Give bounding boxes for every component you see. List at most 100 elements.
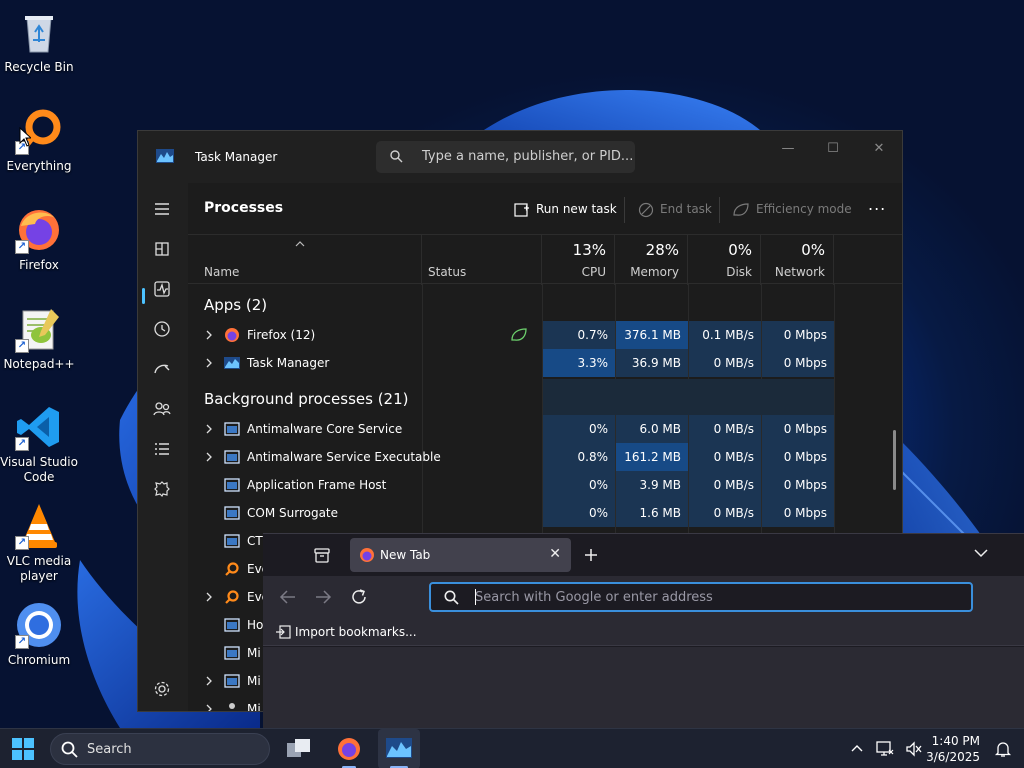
group-header-apps[interactable]: Apps (2) — [204, 296, 267, 314]
efficiency-mode-button[interactable]: Efficiency mode — [732, 197, 852, 221]
heat-spacer — [543, 379, 834, 415]
windows-start-icon[interactable] — [12, 738, 34, 760]
process-name: Antimalware Service Executable — [247, 450, 441, 464]
cpu-cell: 0.7% — [543, 321, 615, 349]
taskbar-task-manager-button[interactable] — [378, 729, 420, 768]
window-title: Task Manager — [195, 150, 278, 164]
process-search-input[interactable]: Type a name, publisher, or PID... — [376, 141, 635, 173]
process-name: Firefox (12) — [247, 328, 316, 342]
clock-date: 3/6/2025 — [926, 750, 980, 764]
minimize-button[interactable]: — — [765, 135, 811, 163]
taskbar-search-label: Search — [87, 742, 132, 757]
run-new-task-button[interactable]: Run new task — [514, 197, 617, 221]
chevron-right-icon[interactable] — [204, 357, 214, 369]
firefox-icon — [225, 328, 239, 342]
desktop-icon-chromium[interactable]: ↗ Chromium — [0, 601, 78, 668]
desktop-icon-label: Firefox — [19, 258, 59, 272]
mouse-cursor-icon — [19, 127, 31, 147]
disk-total-percent: 0% — [728, 241, 752, 259]
column-cpu-label: CPU — [581, 265, 606, 279]
reload-icon[interactable] — [350, 588, 368, 606]
settings-gear-icon[interactable] — [150, 677, 174, 701]
new-tab-plus-icon[interactable] — [583, 547, 599, 563]
chevron-right-icon[interactable] — [204, 703, 214, 712]
memory-cell: 161.2 MB — [616, 443, 688, 471]
more-options-button[interactable]: ... — [868, 193, 886, 217]
table-row[interactable]: COM Surrogate 0% 1.6 MB 0 MB/s 0 Mbps — [188, 499, 902, 527]
table-row[interactable]: Firefox (12) 0.7% 376.1 MB 0.1 MB/s 0 Mb… — [188, 321, 902, 349]
chevron-right-icon[interactable] — [204, 675, 214, 687]
forward-arrow-icon[interactable] — [314, 589, 332, 605]
disk-cell: 0.1 MB/s — [689, 321, 761, 349]
show-hidden-icons-chevron-icon[interactable] — [850, 743, 864, 753]
url-bar-input[interactable]: Search with Google or enter address — [429, 582, 973, 612]
back-arrow-icon[interactable] — [279, 589, 297, 605]
process-name: Mi — [247, 646, 261, 660]
column-name-label: Name — [204, 265, 240, 279]
chevron-right-icon[interactable] — [204, 591, 214, 603]
disk-cell: 0 MB/s — [689, 415, 761, 443]
vertical-scrollbar[interactable] — [893, 430, 896, 490]
details-icon[interactable] — [150, 437, 174, 461]
taskbar-search-box[interactable]: Search — [50, 733, 270, 765]
desktop-icon-everything[interactable]: ↗ Everything — [0, 107, 78, 174]
network-cell: 0 Mbps — [762, 471, 834, 499]
search-icon — [390, 150, 403, 163]
task-view-icon[interactable] — [286, 737, 312, 761]
close-tab-icon[interactable]: ✕ — [549, 546, 561, 562]
hamburger-menu-icon[interactable] — [150, 197, 174, 221]
taskbar-firefox-button[interactable] — [330, 729, 368, 768]
end-task-button[interactable]: End task — [638, 197, 712, 221]
list-all-tabs-chevron-icon[interactable] — [974, 548, 988, 558]
chevron-right-icon[interactable] — [204, 329, 214, 341]
table-row[interactable]: Application Frame Host 0% 3.9 MB 0 MB/s … — [188, 471, 902, 499]
notifications-bell-icon[interactable] — [994, 740, 1012, 758]
task-manager-icon — [224, 357, 240, 369]
column-header-status[interactable]: Status — [422, 235, 542, 285]
startup-apps-icon[interactable] — [150, 357, 174, 381]
volume-muted-icon[interactable] — [905, 740, 923, 758]
desktop-icon-vlc[interactable]: ↗ VLC media player — [0, 502, 78, 584]
app-history-icon[interactable] — [150, 317, 174, 341]
table-row[interactable]: Antimalware Core Service 0% 6.0 MB 0 MB/… — [188, 415, 902, 443]
services-icon[interactable] — [150, 477, 174, 501]
page-title: Processes — [204, 200, 284, 216]
table-row[interactable]: Task Manager 3.3% 36.9 MB 0 MB/s 0 Mbps — [188, 349, 902, 377]
firefox-view-icon[interactable] — [313, 546, 331, 564]
column-header-disk[interactable]: 0% Disk — [688, 235, 761, 285]
system-clock[interactable]: 1:40 PM 3/6/2025 — [926, 733, 980, 765]
column-header-cpu[interactable]: 13% CPU — [542, 235, 615, 285]
cpu-cell: 0.8% — [543, 443, 615, 471]
network-cell: 0 Mbps — [762, 415, 834, 443]
close-button[interactable]: ✕ — [856, 135, 902, 163]
tab-label: New Tab — [380, 548, 431, 562]
tab-new-tab[interactable]: New Tab ✕ — [350, 538, 571, 572]
chevron-right-icon[interactable] — [204, 423, 214, 435]
desktop-icon-firefox[interactable]: ↗ Firefox — [0, 206, 78, 273]
maximize-button[interactable]: ☐ — [810, 135, 856, 163]
users-icon[interactable] — [150, 397, 174, 421]
desktop-icon-recycle-bin[interactable]: Recycle Bin — [0, 8, 78, 75]
process-name: Antimalware Core Service — [247, 422, 403, 436]
task-manager-titlebar[interactable]: Task Manager Type a name, publisher, or … — [138, 131, 902, 183]
network-status-icon[interactable] — [876, 740, 894, 758]
desktop-icon-vscode[interactable]: ↗ Visual Studio Code — [0, 403, 78, 485]
run-new-task-icon — [514, 202, 529, 217]
processes-icon[interactable] — [150, 237, 174, 261]
chevron-right-icon[interactable] — [204, 451, 214, 463]
column-header-network[interactable]: 0% Network — [761, 235, 834, 285]
performance-icon[interactable] — [150, 277, 174, 301]
table-row[interactable]: Antimalware Service Executable 0.8% 161.… — [188, 443, 902, 471]
desktop-icon-notepad-plus-plus[interactable]: ↗ Notepad++ — [0, 305, 78, 372]
column-header-memory[interactable]: 28% Memory — [615, 235, 688, 285]
cpu-cell: 0% — [543, 415, 615, 443]
search-icon — [444, 590, 459, 605]
process-name: Ho — [247, 618, 264, 632]
process-name: Application Frame Host — [247, 478, 387, 492]
recycle-bin-icon — [15, 8, 63, 56]
network-cell: 0 Mbps — [762, 349, 834, 377]
network-cell: 0 Mbps — [762, 321, 834, 349]
firefox-window: New Tab ✕ Search with Google or enter ad — [263, 533, 1024, 729]
group-header-background[interactable]: Background processes (21) — [204, 390, 409, 408]
column-header-name[interactable]: Name — [188, 235, 422, 285]
